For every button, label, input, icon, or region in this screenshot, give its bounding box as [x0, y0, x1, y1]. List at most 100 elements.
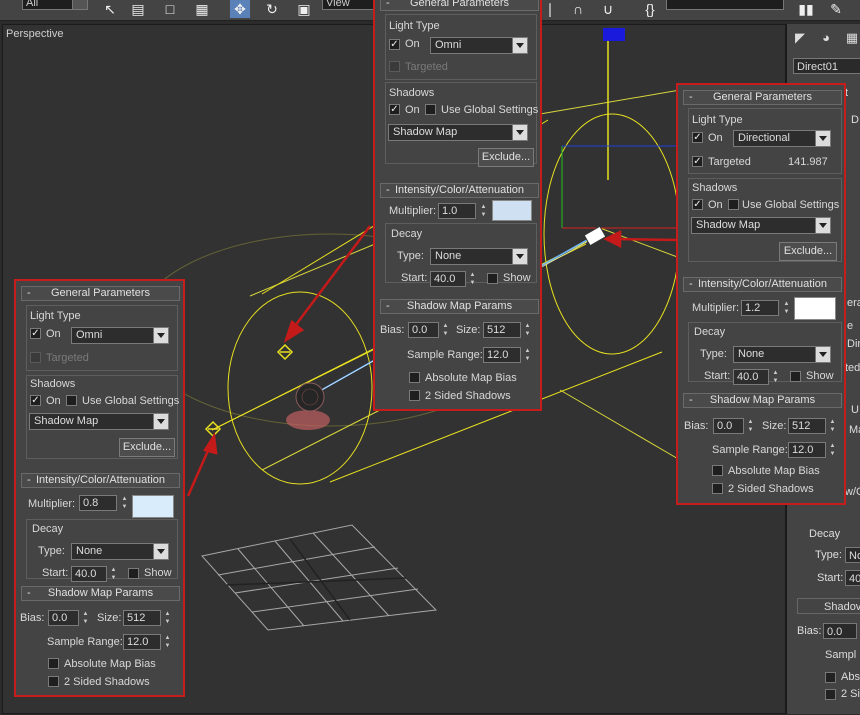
scale-icon[interactable]: ▣: [294, 0, 314, 18]
decay-type-dropdown[interactable]: None: [430, 248, 528, 265]
spinner-icon[interactable]: ▲ ▼: [441, 322, 450, 338]
select-object-icon[interactable]: ↖: [100, 0, 120, 18]
shadow-map-params-rollout[interactable]: - Shadow Map Params: [21, 586, 180, 601]
targeted-checkbox[interactable]: [30, 352, 41, 363]
spinner-icon[interactable]: ▲ ▼: [109, 566, 118, 582]
mirror-icon[interactable]: ▮▮: [796, 0, 816, 18]
shadow-type-dropdown[interactable]: Shadow Map: [29, 413, 169, 430]
spinner-icon[interactable]: ▲ ▼: [746, 418, 755, 434]
magnet-icon[interactable]: ∩: [568, 0, 588, 18]
light-color-swatch[interactable]: [132, 495, 174, 518]
spinner-icon[interactable]: ▲ ▼: [523, 322, 532, 338]
two-sided-shadows-checkbox[interactable]: [48, 676, 59, 687]
use-global-checkbox[interactable]: [66, 395, 77, 406]
size-field[interactable]: 512: [123, 610, 161, 626]
general-parameters-rollout[interactable]: - General Parameters: [21, 286, 180, 301]
exclude-button[interactable]: Exclude...: [478, 148, 534, 167]
bias-field[interactable]: 0.0: [48, 610, 79, 626]
targeted-checkbox[interactable]: ✓: [692, 156, 703, 167]
cp-start-field[interactable]: 40.: [845, 570, 860, 586]
general-parameters-rollout[interactable]: - General Parameters: [380, 0, 539, 11]
general-parameters-rollout[interactable]: - General Parameters: [683, 90, 842, 105]
show-decay-checkbox[interactable]: [128, 568, 139, 579]
spinner-icon[interactable]: ▲ ▼: [81, 610, 90, 626]
spinner-icon[interactable]: ▲ ▼: [828, 418, 837, 434]
light-on-checkbox[interactable]: ✓: [692, 132, 703, 143]
shadows-on-checkbox[interactable]: ✓: [389, 104, 400, 115]
intensity-rollout[interactable]: - Intensity/Color/Attenuation: [683, 277, 842, 292]
cp-type-dropdown[interactable]: No: [845, 547, 860, 563]
sample-range-field[interactable]: 12.0: [123, 634, 161, 650]
multiplier-field[interactable]: 0.8: [79, 495, 117, 511]
decay-start-field[interactable]: 40.0: [733, 369, 769, 385]
intensity-rollout[interactable]: - Intensity/Color/Attenuation: [380, 183, 539, 198]
multiplier-field[interactable]: 1.2: [741, 300, 779, 316]
edit-named-selection-icon[interactable]: {}: [640, 0, 660, 18]
selection-filter-dropdown[interactable]: All: [22, 0, 88, 10]
exclude-button[interactable]: Exclude...: [779, 242, 837, 261]
light-color-swatch[interactable]: [492, 200, 532, 221]
move-icon[interactable]: ✥: [230, 0, 250, 18]
spinner-icon[interactable]: ▲ ▼: [120, 495, 129, 511]
sample-range-field[interactable]: 12.0: [483, 347, 521, 363]
named-selection-dropdown[interactable]: [666, 0, 784, 10]
absolute-map-bias-checkbox[interactable]: [48, 658, 59, 669]
spinner-icon[interactable]: ▲ ▼: [479, 203, 488, 219]
decay-type-dropdown[interactable]: None: [71, 543, 169, 560]
show-decay-checkbox[interactable]: [487, 273, 498, 284]
absolute-map-bias-checkbox[interactable]: [712, 465, 723, 476]
spinner-icon[interactable]: ▲ ▼: [468, 271, 477, 287]
spinner-icon[interactable]: ▲ ▼: [523, 347, 532, 363]
use-global-checkbox[interactable]: [728, 199, 739, 210]
hierarchy-tab-icon[interactable]: ▦: [841, 28, 860, 48]
light-on-checkbox[interactable]: ✓: [30, 328, 41, 339]
bias-field[interactable]: 0.0: [713, 418, 744, 434]
reference-coord-dropdown[interactable]: View: [322, 0, 374, 10]
window-crossing-icon[interactable]: ▦: [192, 0, 212, 18]
light-color-swatch[interactable]: [794, 297, 836, 320]
targeted-checkbox[interactable]: [389, 61, 400, 72]
cp-shadow-rollout[interactable]: Shadov: [797, 598, 860, 614]
cp-absolute-checkbox[interactable]: [825, 672, 836, 683]
create-tab-icon[interactable]: ◤: [789, 28, 811, 48]
light-type-dropdown[interactable]: Directional: [733, 130, 831, 147]
spinner-icon[interactable]: ▲ ▼: [163, 634, 172, 650]
spinner-icon[interactable]: ▲ ▼: [828, 442, 837, 458]
shadow-map-params-rollout[interactable]: - Shadow Map Params: [380, 299, 539, 314]
light-type-dropdown[interactable]: Omni: [430, 37, 528, 54]
shadows-on-checkbox[interactable]: ✓: [692, 199, 703, 210]
shadows-on-checkbox[interactable]: ✓: [30, 395, 41, 406]
absolute-map-bias-checkbox[interactable]: [409, 372, 420, 383]
cp-two-sided-checkbox[interactable]: [825, 689, 836, 700]
rectangular-selection-icon[interactable]: □: [160, 0, 180, 18]
light-type-dropdown[interactable]: Omni: [71, 327, 169, 344]
multiplier-field[interactable]: 1.0: [438, 203, 476, 219]
percent-snap-icon[interactable]: ∪: [598, 0, 618, 18]
spinner-icon[interactable]: ▲ ▼: [163, 610, 172, 626]
shadow-type-dropdown[interactable]: Shadow Map: [691, 217, 831, 234]
cp-bias-field[interactable]: 0.0: [823, 623, 857, 639]
size-field[interactable]: 512: [788, 418, 826, 434]
bias-field[interactable]: 0.0: [408, 322, 439, 338]
snap-icon[interactable]: ∣: [540, 0, 560, 18]
align-icon[interactable]: ✎: [826, 0, 846, 18]
two-sided-shadows-checkbox[interactable]: [409, 390, 420, 401]
exclude-button[interactable]: Exclude...: [119, 438, 175, 457]
select-by-name-icon[interactable]: ▤: [128, 0, 148, 18]
spinner-icon[interactable]: ▲ ▼: [771, 369, 780, 385]
sample-range-field[interactable]: 12.0: [788, 442, 826, 458]
size-field[interactable]: 512: [483, 322, 521, 338]
shadow-type-dropdown[interactable]: Shadow Map: [388, 124, 528, 141]
show-decay-checkbox[interactable]: [790, 371, 801, 382]
two-sided-shadows-checkbox[interactable]: [712, 483, 723, 494]
use-global-checkbox[interactable]: [425, 104, 436, 115]
decay-start-field[interactable]: 40.0: [430, 271, 466, 287]
rotate-icon[interactable]: ↻: [262, 0, 282, 18]
decay-start-field[interactable]: 40.0: [71, 566, 107, 582]
shadow-map-params-rollout[interactable]: - Shadow Map Params: [683, 393, 842, 408]
intensity-rollout[interactable]: - Intensity/Color/Attenuation: [21, 473, 180, 488]
spinner-icon[interactable]: ▲ ▼: [782, 300, 791, 316]
decay-type-dropdown[interactable]: None: [733, 346, 831, 363]
light-on-checkbox[interactable]: ✓: [389, 39, 400, 50]
modify-tab-icon[interactable]: ◕: [815, 28, 837, 48]
